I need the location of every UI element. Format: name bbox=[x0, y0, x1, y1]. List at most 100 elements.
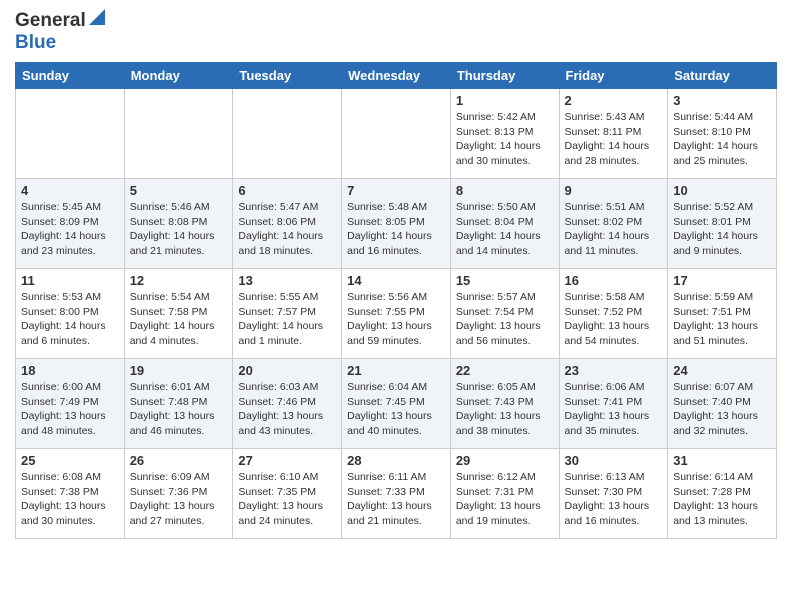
calendar-cell: 2 Sunrise: 5:43 AM Sunset: 8:11 PM Daylig… bbox=[559, 89, 668, 179]
header: General Blue bbox=[15, 10, 777, 54]
day-number: 1 bbox=[456, 93, 554, 108]
calendar-cell: 13 Sunrise: 5:55 AM Sunset: 7:57 PM Dayli… bbox=[233, 269, 342, 359]
day-number: 28 bbox=[347, 453, 445, 468]
weekday-header-saturday: Saturday bbox=[668, 63, 777, 89]
weekday-header-friday: Friday bbox=[559, 63, 668, 89]
calendar-cell: 8 Sunrise: 5:50 AM Sunset: 8:04 PM Daylig… bbox=[450, 179, 559, 269]
day-number: 7 bbox=[347, 183, 445, 198]
day-number: 30 bbox=[565, 453, 663, 468]
calendar-cell: 6Sunrise: 5:47 AM Sunset: 8:06 PM Daylig… bbox=[233, 179, 342, 269]
calendar-cell bbox=[124, 89, 233, 179]
day-number: 26 bbox=[130, 453, 228, 468]
calendar-cell: 15Sunrise: 5:57 AM Sunset: 7:54 PM Dayli… bbox=[450, 269, 559, 359]
day-number: 2 bbox=[565, 93, 663, 108]
day-info: Sunrise: 5:55 AM Sunset: 7:57 PM Dayligh… bbox=[238, 290, 336, 349]
logo: General Blue bbox=[15, 10, 105, 54]
calendar-cell: 20 Sunrise: 6:03 AM Sunset: 7:46 PM Dayli… bbox=[233, 359, 342, 449]
day-number: 16 bbox=[565, 273, 663, 288]
calendar-cell bbox=[233, 89, 342, 179]
day-number: 14 bbox=[347, 273, 445, 288]
day-info: Sunrise: 6:06 AM Sunset: 7:41 PM Dayligh… bbox=[565, 380, 663, 439]
day-info: Sunrise: 5:52 AM Sunset: 8:01 PM Dayligh… bbox=[673, 200, 771, 259]
calendar-cell: 27 Sunrise: 6:10 AM Sunset: 7:35 PM Dayli… bbox=[233, 449, 342, 539]
day-info: Sunrise: 6:11 AM Sunset: 7:33 PM Dayligh… bbox=[347, 470, 445, 529]
calendar-week-3: 11 Sunrise: 5:53 AM Sunset: 8:00 PM Dayli… bbox=[16, 269, 777, 359]
calendar-cell: 17Sunrise: 5:59 AM Sunset: 7:51 PM Dayli… bbox=[668, 269, 777, 359]
day-number: 29 bbox=[456, 453, 554, 468]
calendar-cell: 12 Sunrise: 5:54 AM Sunset: 7:58 PM Dayli… bbox=[124, 269, 233, 359]
calendar-cell: 25 Sunrise: 6:08 AM Sunset: 7:38 PM Dayli… bbox=[16, 449, 125, 539]
day-number: 5 bbox=[130, 183, 228, 198]
calendar-cell: 4Sunrise: 5:45 AM Sunset: 8:09 PM Daylig… bbox=[16, 179, 125, 269]
day-number: 8 bbox=[456, 183, 554, 198]
day-info: Sunrise: 6:09 AM Sunset: 7:36 PM Dayligh… bbox=[130, 470, 228, 529]
calendar-cell: 9 Sunrise: 5:51 AM Sunset: 8:02 PM Daylig… bbox=[559, 179, 668, 269]
calendar-cell: 5Sunrise: 5:46 AM Sunset: 8:08 PM Daylig… bbox=[124, 179, 233, 269]
day-number: 20 bbox=[238, 363, 336, 378]
day-info: Sunrise: 6:07 AM Sunset: 7:40 PM Dayligh… bbox=[673, 380, 771, 439]
day-number: 12 bbox=[130, 273, 228, 288]
weekday-header-thursday: Thursday bbox=[450, 63, 559, 89]
day-info: Sunrise: 5:48 AM Sunset: 8:05 PM Dayligh… bbox=[347, 200, 445, 259]
calendar-cell: 16 Sunrise: 5:58 AM Sunset: 7:52 PM Dayli… bbox=[559, 269, 668, 359]
calendar-cell: 28 Sunrise: 6:11 AM Sunset: 7:33 PM Dayli… bbox=[342, 449, 451, 539]
day-info: Sunrise: 6:14 AM Sunset: 7:28 PM Dayligh… bbox=[673, 470, 771, 529]
calendar-cell: 18Sunrise: 6:00 AM Sunset: 7:49 PM Dayli… bbox=[16, 359, 125, 449]
day-info: Sunrise: 6:01 AM Sunset: 7:48 PM Dayligh… bbox=[130, 380, 228, 439]
day-info: Sunrise: 6:13 AM Sunset: 7:30 PM Dayligh… bbox=[565, 470, 663, 529]
calendar-cell bbox=[16, 89, 125, 179]
calendar-cell: 22Sunrise: 6:05 AM Sunset: 7:43 PM Dayli… bbox=[450, 359, 559, 449]
logo-general-text: General bbox=[15, 10, 86, 32]
day-number: 10 bbox=[673, 183, 771, 198]
day-info: Sunrise: 5:56 AM Sunset: 7:55 PM Dayligh… bbox=[347, 290, 445, 349]
weekday-header-monday: Monday bbox=[124, 63, 233, 89]
day-number: 4 bbox=[21, 183, 119, 198]
logo-blue-text: Blue bbox=[15, 32, 56, 53]
weekday-header-wednesday: Wednesday bbox=[342, 63, 451, 89]
day-number: 11 bbox=[21, 273, 119, 288]
day-number: 21 bbox=[347, 363, 445, 378]
day-info: Sunrise: 5:42 AM Sunset: 8:13 PM Dayligh… bbox=[456, 110, 554, 169]
day-info: Sunrise: 5:53 AM Sunset: 8:00 PM Dayligh… bbox=[21, 290, 119, 349]
calendar-cell: 30 Sunrise: 6:13 AM Sunset: 7:30 PM Dayli… bbox=[559, 449, 668, 539]
day-number: 18 bbox=[21, 363, 119, 378]
day-info: Sunrise: 6:08 AM Sunset: 7:38 PM Dayligh… bbox=[21, 470, 119, 529]
day-number: 27 bbox=[238, 453, 336, 468]
day-info: Sunrise: 6:03 AM Sunset: 7:46 PM Dayligh… bbox=[238, 380, 336, 439]
day-info: Sunrise: 5:47 AM Sunset: 8:06 PM Dayligh… bbox=[238, 200, 336, 259]
day-number: 24 bbox=[673, 363, 771, 378]
day-number: 25 bbox=[21, 453, 119, 468]
calendar-cell: 7 Sunrise: 5:48 AM Sunset: 8:05 PM Daylig… bbox=[342, 179, 451, 269]
calendar-cell: 14 Sunrise: 5:56 AM Sunset: 7:55 PM Dayli… bbox=[342, 269, 451, 359]
logo-triangle-icon bbox=[89, 9, 105, 30]
day-number: 3 bbox=[673, 93, 771, 108]
calendar-cell: 11 Sunrise: 5:53 AM Sunset: 8:00 PM Dayli… bbox=[16, 269, 125, 359]
day-info: Sunrise: 5:43 AM Sunset: 8:11 PM Dayligh… bbox=[565, 110, 663, 169]
calendar-cell: 21Sunrise: 6:04 AM Sunset: 7:45 PM Dayli… bbox=[342, 359, 451, 449]
day-number: 15 bbox=[456, 273, 554, 288]
weekday-header-tuesday: Tuesday bbox=[233, 63, 342, 89]
calendar-cell bbox=[342, 89, 451, 179]
calendar-cell: 19 Sunrise: 6:01 AM Sunset: 7:48 PM Dayli… bbox=[124, 359, 233, 449]
day-info: Sunrise: 6:12 AM Sunset: 7:31 PM Dayligh… bbox=[456, 470, 554, 529]
day-info: Sunrise: 5:58 AM Sunset: 7:52 PM Dayligh… bbox=[565, 290, 663, 349]
calendar-header-row: SundayMondayTuesdayWednesdayThursdayFrid… bbox=[16, 63, 777, 89]
day-number: 19 bbox=[130, 363, 228, 378]
calendar-cell: 31 Sunrise: 6:14 AM Sunset: 7:28 PM Dayli… bbox=[668, 449, 777, 539]
day-info: Sunrise: 5:59 AM Sunset: 7:51 PM Dayligh… bbox=[673, 290, 771, 349]
calendar-cell: 23Sunrise: 6:06 AM Sunset: 7:41 PM Dayli… bbox=[559, 359, 668, 449]
day-number: 13 bbox=[238, 273, 336, 288]
calendar-cell: 3Sunrise: 5:44 AM Sunset: 8:10 PM Daylig… bbox=[668, 89, 777, 179]
weekday-header-sunday: Sunday bbox=[16, 63, 125, 89]
calendar-week-5: 25 Sunrise: 6:08 AM Sunset: 7:38 PM Dayli… bbox=[16, 449, 777, 539]
day-info: Sunrise: 6:10 AM Sunset: 7:35 PM Dayligh… bbox=[238, 470, 336, 529]
day-number: 31 bbox=[673, 453, 771, 468]
day-info: Sunrise: 6:05 AM Sunset: 7:43 PM Dayligh… bbox=[456, 380, 554, 439]
calendar-week-2: 4Sunrise: 5:45 AM Sunset: 8:09 PM Daylig… bbox=[16, 179, 777, 269]
calendar-cell: 29 Sunrise: 6:12 AM Sunset: 7:31 PM Dayli… bbox=[450, 449, 559, 539]
day-info: Sunrise: 5:51 AM Sunset: 8:02 PM Dayligh… bbox=[565, 200, 663, 259]
calendar-cell: 1 Sunrise: 5:42 AM Sunset: 8:13 PM Daylig… bbox=[450, 89, 559, 179]
day-info: Sunrise: 5:50 AM Sunset: 8:04 PM Dayligh… bbox=[456, 200, 554, 259]
day-number: 9 bbox=[565, 183, 663, 198]
day-info: Sunrise: 5:54 AM Sunset: 7:58 PM Dayligh… bbox=[130, 290, 228, 349]
